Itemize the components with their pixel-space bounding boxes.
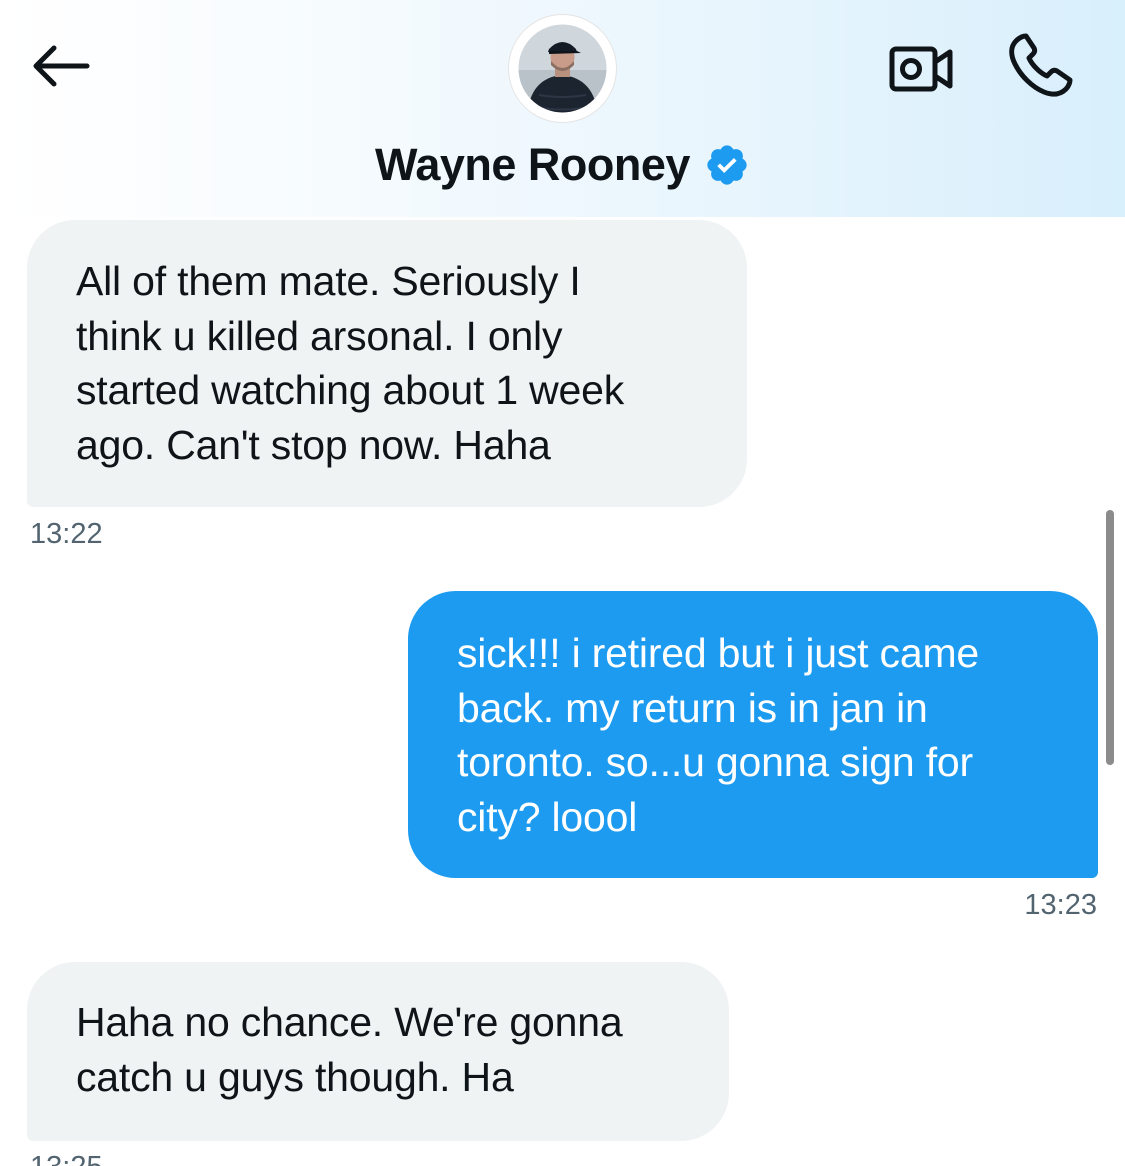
contact-name[interactable]: Wayne Rooney xyxy=(375,139,690,191)
message-bubble-incoming[interactable]: All of them mate. Seriously I think u ki… xyxy=(27,220,747,507)
avatar[interactable] xyxy=(509,15,616,122)
contact-name-row: Wayne Rooney xyxy=(0,138,1125,192)
message-line: city? loool xyxy=(457,793,638,840)
message-timestamp: 13:25 xyxy=(30,1151,103,1166)
voice-call-button[interactable] xyxy=(1000,30,1080,102)
message-line: Haha no chance. We're gonna xyxy=(76,999,623,1045)
message-line: back. my return is in jan in xyxy=(457,684,928,731)
video-call-button[interactable] xyxy=(884,36,958,100)
scrollbar-thumb[interactable] xyxy=(1106,510,1114,765)
message-line: toronto. so...u gonna sign for xyxy=(457,739,973,785)
message-line: started watching about 1 week xyxy=(76,367,625,413)
message-timestamp: 13:22 xyxy=(30,518,103,550)
phone-icon xyxy=(1009,33,1073,97)
profile-photo xyxy=(509,15,616,122)
back-button[interactable] xyxy=(24,34,96,98)
message-line: catch u guys though. Ha xyxy=(76,1053,514,1100)
arrow-left-icon xyxy=(33,45,90,87)
message-line: ago. Can't stop now. Haha xyxy=(76,421,551,468)
message-line: All of them mate. Seriously I xyxy=(76,258,581,304)
dm-conversation-screen: Wayne Rooney All of them mate. Seriously… xyxy=(0,0,1125,1166)
conversation-header: Wayne Rooney xyxy=(0,0,1125,217)
message-bubble-outgoing[interactable]: sick!!! i retired but i just came back. … xyxy=(408,591,1098,878)
message-line: sick!!! i retired but i just came xyxy=(457,630,980,676)
message-bubble-incoming[interactable]: Haha no chance. We're gonna catch u guys… xyxy=(27,962,729,1141)
video-camera-icon xyxy=(889,46,953,92)
verified-badge-icon xyxy=(704,142,750,188)
message-timestamp: 13:23 xyxy=(1024,889,1097,921)
message-line: think u killed arsonal. I only xyxy=(76,312,563,359)
